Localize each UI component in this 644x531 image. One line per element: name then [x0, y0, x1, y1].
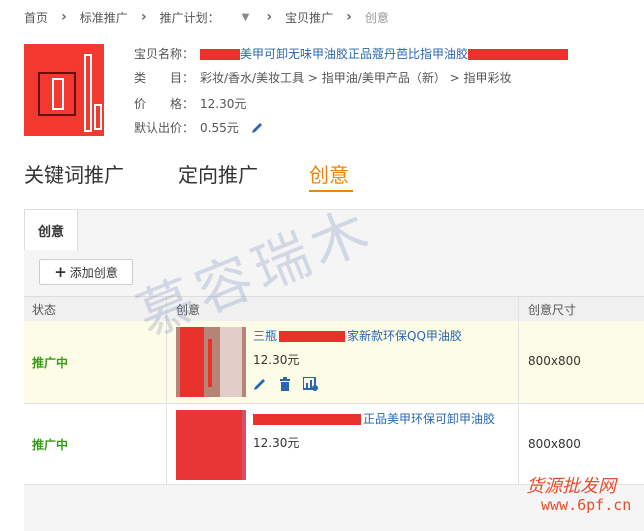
- chevron-right-icon: ›: [140, 9, 147, 25]
- creative-size: 800x800: [528, 354, 581, 368]
- column-divider: [166, 404, 167, 484]
- price-value: 12.30元: [200, 97, 247, 111]
- redaction: [468, 49, 569, 60]
- column-divider: [518, 321, 519, 403]
- creative-title[interactable]: 三瓶 家新款环保QQ甲油胶: [253, 327, 462, 344]
- column-divider: [518, 297, 519, 321]
- creative-title[interactable]: 正品美甲环保可卸甲油胶: [253, 410, 495, 427]
- status-badge: 推广中: [32, 356, 69, 370]
- caret-down-icon[interactable]: ▼: [242, 12, 250, 23]
- creative-title-text: 家新款环保QQ甲油胶: [347, 329, 462, 343]
- product-name-label: 宝贝名称：: [134, 47, 195, 61]
- edit-pencil-icon[interactable]: [251, 121, 264, 137]
- breadcrumb-item-promo[interactable]: 宝贝推广: [285, 9, 333, 26]
- add-creative-button[interactable]: + 添加创意: [39, 259, 133, 285]
- tab-creative[interactable]: 创意: [309, 159, 349, 188]
- edit-pencil-icon[interactable]: [253, 377, 267, 394]
- creative-title-text: 正品美甲环保可卸甲油胶: [363, 412, 496, 426]
- redaction: [279, 331, 346, 342]
- chevron-right-icon: ›: [61, 9, 67, 25]
- creative-size: 800x800: [528, 437, 581, 451]
- plus-icon: +: [54, 263, 67, 281]
- product-name-line: 宝贝名称： 美甲可卸无味甲油胶正品蔻丹芭比指甲油胶: [134, 45, 569, 62]
- status-badge: 推广中: [32, 438, 69, 452]
- breadcrumb-standard[interactable]: 标准推广: [80, 9, 128, 26]
- trash-icon[interactable]: [278, 377, 292, 394]
- breadcrumb-current: 创意: [364, 10, 389, 25]
- category-value: 彩妆/香水/美妆工具 > 指甲油/美甲产品（新） > 指甲彩妆: [200, 71, 512, 85]
- chevron-right-icon: ›: [266, 9, 273, 25]
- watermark-site-name: 货源批发网: [526, 476, 616, 497]
- product-price-line: 价 格： 12.30元: [134, 95, 246, 112]
- breadcrumb-plan[interactable]: 推广计划：: [160, 9, 220, 26]
- tab-keyword[interactable]: 关键词推广: [24, 159, 124, 188]
- creative-price: 12.30元: [253, 436, 300, 450]
- header-size: 创意尺寸: [528, 303, 577, 317]
- bid-label: 默认出价：: [134, 121, 195, 135]
- creative-price: 12.30元: [253, 353, 300, 367]
- column-divider: [518, 404, 519, 484]
- chevron-right-icon: ›: [346, 9, 352, 25]
- redaction: [200, 49, 240, 60]
- product-category-line: 类 目： 彩妆/香水/美妆工具 > 指甲油/美甲产品（新） > 指甲彩妆: [134, 69, 512, 86]
- price-label: 价 格：: [134, 97, 195, 111]
- watermark-site-url: www.6pf.cn: [541, 496, 632, 514]
- creative-title-prefix: 三瓶: [253, 329, 278, 343]
- category-label: 类 目：: [134, 71, 195, 85]
- product-thumbnail: [24, 44, 104, 136]
- breadcrumb-home[interactable]: 首页: [24, 9, 48, 26]
- table-row: 推广中 三瓶 家新款环保QQ甲油胶 12.30元 800x800: [24, 321, 644, 404]
- table-header: 状态 创意 创意尺寸: [24, 296, 644, 322]
- product-name-link[interactable]: 美甲可卸无味甲油胶正品蔻丹芭比指甲油胶: [240, 47, 468, 61]
- product-bid-line: 默认出价： 0.55元: [134, 119, 264, 137]
- add-creative-label: 添加创意: [69, 265, 118, 280]
- redaction: [253, 414, 361, 425]
- bid-value: 0.55元: [200, 121, 239, 135]
- creative-image[interactable]: [176, 410, 246, 480]
- header-status: 状态: [32, 303, 57, 317]
- tab-targeting[interactable]: 定向推广: [178, 159, 258, 188]
- chart-icon[interactable]: [302, 376, 318, 394]
- subtab-creative[interactable]: 创意: [24, 209, 78, 250]
- breadcrumb: 首页 › 标准推广 › 推广计划： ▼ › 宝贝推广 › 创意: [24, 8, 389, 26]
